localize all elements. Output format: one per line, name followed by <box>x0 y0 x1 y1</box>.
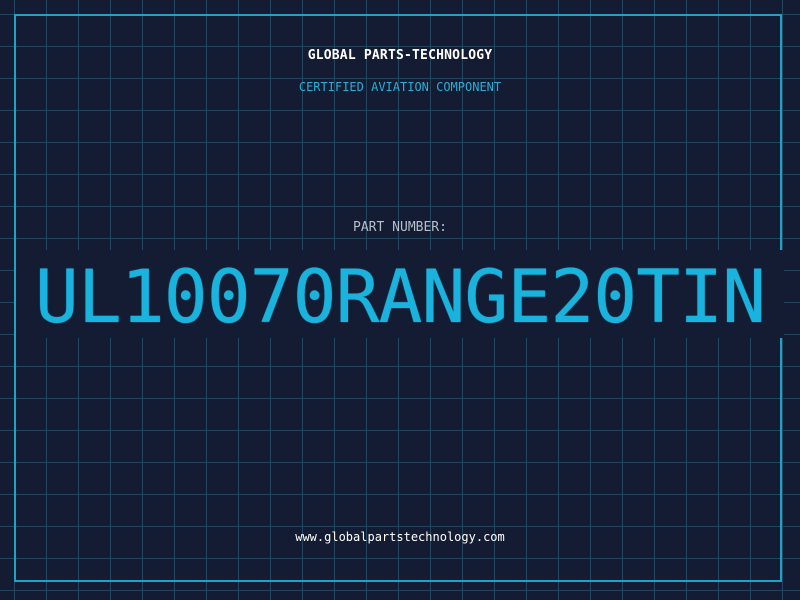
part-label-card: GLOBAL PARTS-TECHNOLOGY CERTIFIED AVIATI… <box>0 0 800 600</box>
company-name: GLOBAL PARTS-TECHNOLOGY <box>307 48 493 63</box>
certification-subtitle: CERTIFIED AVIATION COMPONENT <box>298 80 502 94</box>
part-number-value: UL10070RANGE20TIN <box>34 255 766 340</box>
part-number-label: PART NUMBER: <box>353 220 447 235</box>
website-url: www.globalpartstechnology.com <box>295 530 505 544</box>
